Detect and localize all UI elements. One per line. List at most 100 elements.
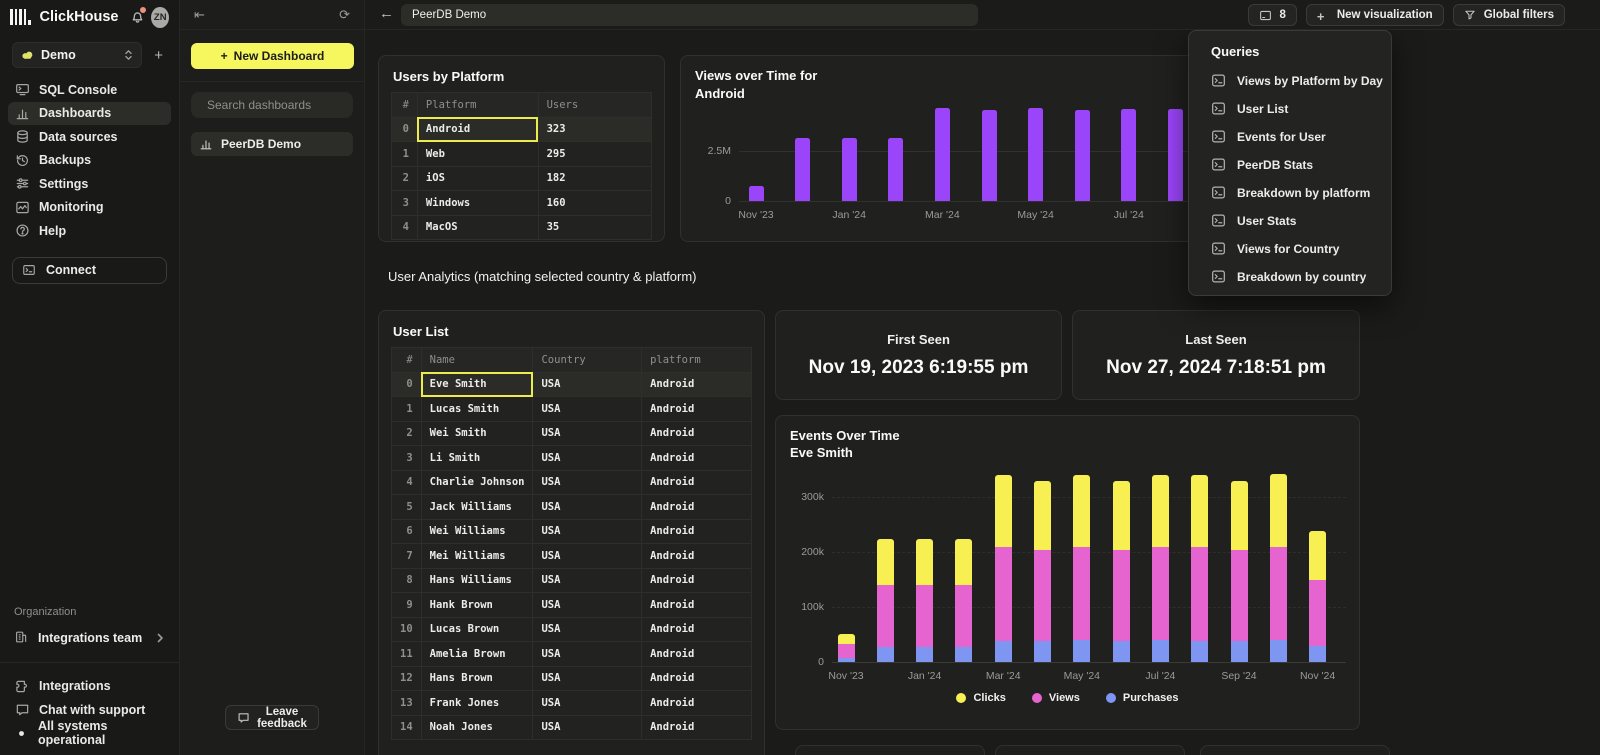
table-cell[interactable]: Android (642, 519, 752, 544)
bar-Jul '24[interactable] (1121, 109, 1136, 201)
refresh-icon[interactable]: ⟳ (339, 7, 350, 23)
dashboard-list-item[interactable]: PeerDB Demo (191, 132, 353, 156)
segment-clicks-Mar '24[interactable] (995, 475, 1012, 546)
segment-views-Apr '24[interactable] (1034, 550, 1051, 641)
sidebar-item-monitoring[interactable]: Monitoring (8, 196, 171, 220)
table-cell[interactable]: 160 (538, 191, 651, 216)
table-cell[interactable]: Android (642, 715, 752, 740)
table-cell[interactable]: Hank Brown (421, 593, 533, 618)
segment-clicks-Jan '24[interactable] (916, 539, 933, 586)
segment-clicks-Jun '24[interactable] (1113, 481, 1130, 550)
add-service-button[interactable]: + (150, 46, 167, 65)
segment-purchases-Oct '24[interactable] (1270, 640, 1287, 662)
query-item[interactable]: User List (1189, 95, 1391, 123)
segment-views-Mar '24[interactable] (995, 547, 1012, 641)
segment-purchases-May '24[interactable] (1073, 640, 1090, 662)
segment-clicks-Feb '24[interactable] (955, 539, 972, 586)
table-cell[interactable]: Android (642, 446, 752, 471)
table-cell[interactable]: Android (642, 666, 752, 691)
table-cell[interactable]: USA (533, 568, 642, 593)
legend-item-purchases[interactable]: Purchases (1106, 692, 1179, 704)
footer-item-integrations[interactable]: Integrations (0, 675, 179, 699)
table-cell[interactable]: Wei Smith (421, 421, 533, 446)
segment-views-Nov '24[interactable] (1309, 580, 1326, 646)
table-cell[interactable]: Android (642, 397, 752, 422)
segment-views-Dec '23[interactable] (877, 585, 894, 646)
segment-purchases-Nov '24[interactable] (1309, 646, 1326, 662)
bar-Nov '23[interactable] (749, 186, 764, 201)
segment-clicks-Dec '23[interactable] (877, 539, 894, 586)
sidebar-item-settings[interactable]: Settings (8, 172, 171, 196)
table-cell[interactable]: Hans Brown (421, 666, 533, 691)
table-cell[interactable]: USA (533, 372, 642, 397)
table-cell[interactable]: Li Smith (421, 446, 533, 471)
sidebar-item-dashboards[interactable]: Dashboards (8, 102, 171, 126)
bar-Mar '24[interactable] (935, 108, 950, 201)
table-cell[interactable]: Frank Jones (421, 691, 533, 716)
segment-purchases-Sep '24[interactable] (1231, 641, 1248, 662)
segment-views-Jun '24[interactable] (1113, 550, 1130, 641)
segment-views-Feb '24[interactable] (955, 585, 972, 646)
bar-Feb '24[interactable] (888, 138, 903, 201)
workspace-selector[interactable]: Demo (12, 42, 142, 68)
segment-purchases-Apr '24[interactable] (1034, 641, 1051, 662)
sidebar-item-backups[interactable]: Backups (8, 149, 171, 173)
segment-clicks-Jul '24[interactable] (1152, 475, 1169, 546)
bar-Aug '24[interactable] (1168, 109, 1183, 201)
segment-purchases-Jan '24[interactable] (916, 647, 933, 662)
search-input[interactable] (207, 98, 362, 112)
segment-clicks-Apr '24[interactable] (1034, 481, 1051, 550)
table-cell[interactable]: USA (533, 691, 642, 716)
query-item[interactable]: Events for User (1189, 123, 1391, 151)
leave-feedback-button[interactable]: Leave feedback (225, 705, 319, 730)
table-cell[interactable]: Lucas Brown (421, 617, 533, 642)
segment-purchases-Mar '24[interactable] (995, 641, 1012, 662)
table-cell[interactable]: Android (642, 470, 752, 495)
table-cell[interactable]: Android (642, 568, 752, 593)
queries-panel-button[interactable]: 8 (1248, 4, 1296, 26)
segment-views-Nov '23[interactable] (838, 644, 855, 658)
table-cell[interactable]: USA (533, 666, 642, 691)
table-cell[interactable]: Android (642, 544, 752, 569)
query-item[interactable]: Breakdown by platform (1189, 179, 1391, 207)
table-cell[interactable]: Eve Smith (421, 372, 533, 397)
table-cell[interactable]: Android (642, 421, 752, 446)
table-cell[interactable]: Lucas Smith (421, 397, 533, 422)
table-cell[interactable]: 182 (538, 166, 651, 191)
table-cell[interactable]: Android (642, 691, 752, 716)
collapse-panel-icon[interactable]: ⇤ (194, 7, 205, 23)
table-cell[interactable]: Noah Jones (421, 715, 533, 740)
segment-clicks-Nov '24[interactable] (1309, 531, 1326, 579)
bar-Dec '23[interactable] (795, 138, 810, 201)
table-cell[interactable]: USA (533, 495, 642, 520)
bar-Jun '24[interactable] (1075, 110, 1090, 201)
table-cell[interactable]: Android (642, 495, 752, 520)
global-filters-button[interactable]: Global filters (1453, 4, 1565, 26)
query-item[interactable]: Views for Country (1189, 235, 1391, 263)
table-cell[interactable]: Web (417, 142, 538, 167)
query-item[interactable]: Views by Platform by Day (1189, 67, 1391, 95)
segment-purchases-Jul '24[interactable] (1152, 640, 1169, 662)
table-cell[interactable]: USA (533, 519, 642, 544)
table-cell[interactable]: MacOS (417, 215, 538, 240)
segment-purchases-Jun '24[interactable] (1113, 641, 1130, 662)
segment-clicks-Aug '24[interactable] (1191, 475, 1208, 546)
table-cell[interactable]: Android (642, 593, 752, 618)
segment-purchases-Dec '23[interactable] (877, 647, 894, 662)
table-cell[interactable]: USA (533, 421, 642, 446)
table-cell[interactable]: USA (533, 397, 642, 422)
segment-views-Aug '24[interactable] (1191, 547, 1208, 641)
back-button[interactable]: ← (379, 5, 394, 22)
sidebar-item-help[interactable]: Help (8, 219, 171, 243)
query-item[interactable]: User Stats (1189, 207, 1391, 235)
segment-clicks-May '24[interactable] (1073, 475, 1090, 546)
segment-views-May '24[interactable] (1073, 547, 1090, 640)
table-cell[interactable]: USA (533, 715, 642, 740)
bar-Apr '24[interactable] (982, 110, 997, 201)
table-cell[interactable]: Windows (417, 191, 538, 216)
bar-May '24[interactable] (1028, 108, 1043, 201)
legend-item-views[interactable]: Views (1032, 692, 1080, 704)
table-cell[interactable]: Android (642, 372, 752, 397)
segment-views-Jul '24[interactable] (1152, 547, 1169, 640)
segment-views-Jan '24[interactable] (916, 585, 933, 647)
